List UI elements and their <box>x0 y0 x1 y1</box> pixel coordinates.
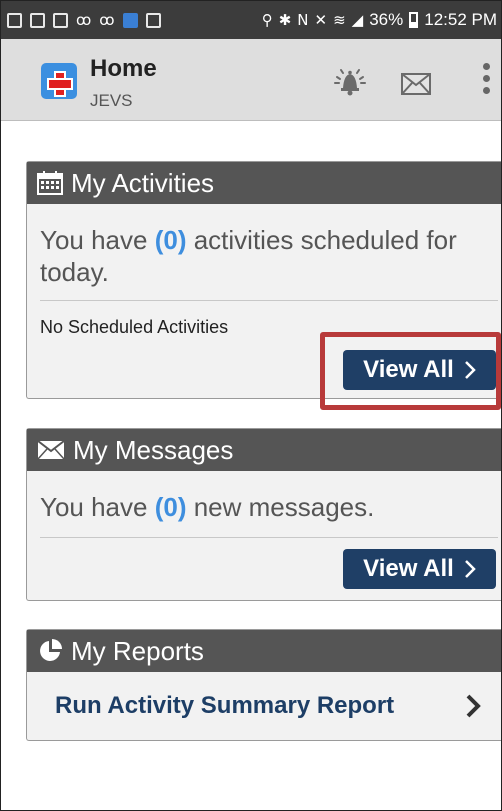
view-all-label: View All <box>363 555 454 582</box>
bell-icon[interactable] <box>332 63 368 99</box>
battery-icon <box>409 12 419 28</box>
app-logo-icon <box>41 63 77 99</box>
app-bar: Home JEVS <box>1 39 501 121</box>
organization-name: JEVS <box>90 91 133 110</box>
phone-screen: ꝏ ꝏ ⚲ ✱ N ✕ ≋ ◢ 36% 12:52 PM Home JEVS M… <box>0 0 502 811</box>
mute-icon: ✕ <box>314 11 328 29</box>
run-activity-summary-report-link[interactable]: Run Activity Summary Report <box>27 672 501 740</box>
signal-icon: ◢ <box>351 11 364 29</box>
reports-card: My Reports Run Activity Summary Report <box>26 629 501 741</box>
activities-view-all-button[interactable]: View All <box>343 350 496 390</box>
chevron-right-icon <box>464 560 476 578</box>
pie-chart-icon <box>37 638 63 664</box>
voicemail-icon: ꝏ <box>99 11 115 29</box>
notification-icon <box>145 12 161 28</box>
messages-summary: You have (0) new messages. <box>40 492 375 522</box>
activities-title: My Activities <box>71 167 215 198</box>
notification-icon <box>7 12 22 28</box>
mail-icon[interactable] <box>401 73 431 95</box>
envelope-icon <box>37 440 65 460</box>
notification-icon <box>30 12 45 28</box>
activities-header: My Activities <box>27 162 501 204</box>
battery-percent: 36% <box>369 10 404 29</box>
status-system-icons: ⚲ ✱ N ✕ ≋ ◢ 36% 12:52 PM <box>262 10 497 30</box>
messages-title: My Messages <box>73 434 234 465</box>
no-activities-text: No Scheduled Activities <box>40 317 229 337</box>
activities-count: (0) <box>154 225 187 255</box>
overflow-menu-icon[interactable] <box>481 63 491 99</box>
report-link-label: Run Activity Summary Report <box>55 692 395 719</box>
chevron-right-icon <box>466 694 481 718</box>
nfc-icon: N <box>297 11 309 29</box>
reports-title: My Reports <box>71 635 204 666</box>
wifi-icon: ≋ <box>333 11 346 29</box>
messages-count: (0) <box>154 492 187 522</box>
image-icon <box>53 12 68 28</box>
status-notification-icons: ꝏ ꝏ <box>7 11 161 29</box>
maps-icon <box>122 12 138 28</box>
messages-header: My Messages <box>27 429 501 471</box>
divider <box>40 537 498 538</box>
activities-summary: You have (0) activities scheduled for to… <box>40 225 457 287</box>
bluetooth-icon: ✱ <box>278 11 292 29</box>
reports-header: My Reports <box>27 630 501 672</box>
messages-view-all-button[interactable]: View All <box>343 549 496 589</box>
chevron-right-icon <box>464 361 476 379</box>
view-all-label: View All <box>363 356 454 383</box>
status-bar: ꝏ ꝏ ⚲ ✱ N ✕ ≋ ◢ 36% 12:52 PM <box>1 1 501 39</box>
voicemail-icon: ꝏ <box>76 11 92 29</box>
calendar-icon <box>37 171 63 195</box>
location-icon: ⚲ <box>261 11 273 29</box>
clock: 12:52 PM <box>424 10 497 29</box>
page-title: Home <box>90 55 157 82</box>
